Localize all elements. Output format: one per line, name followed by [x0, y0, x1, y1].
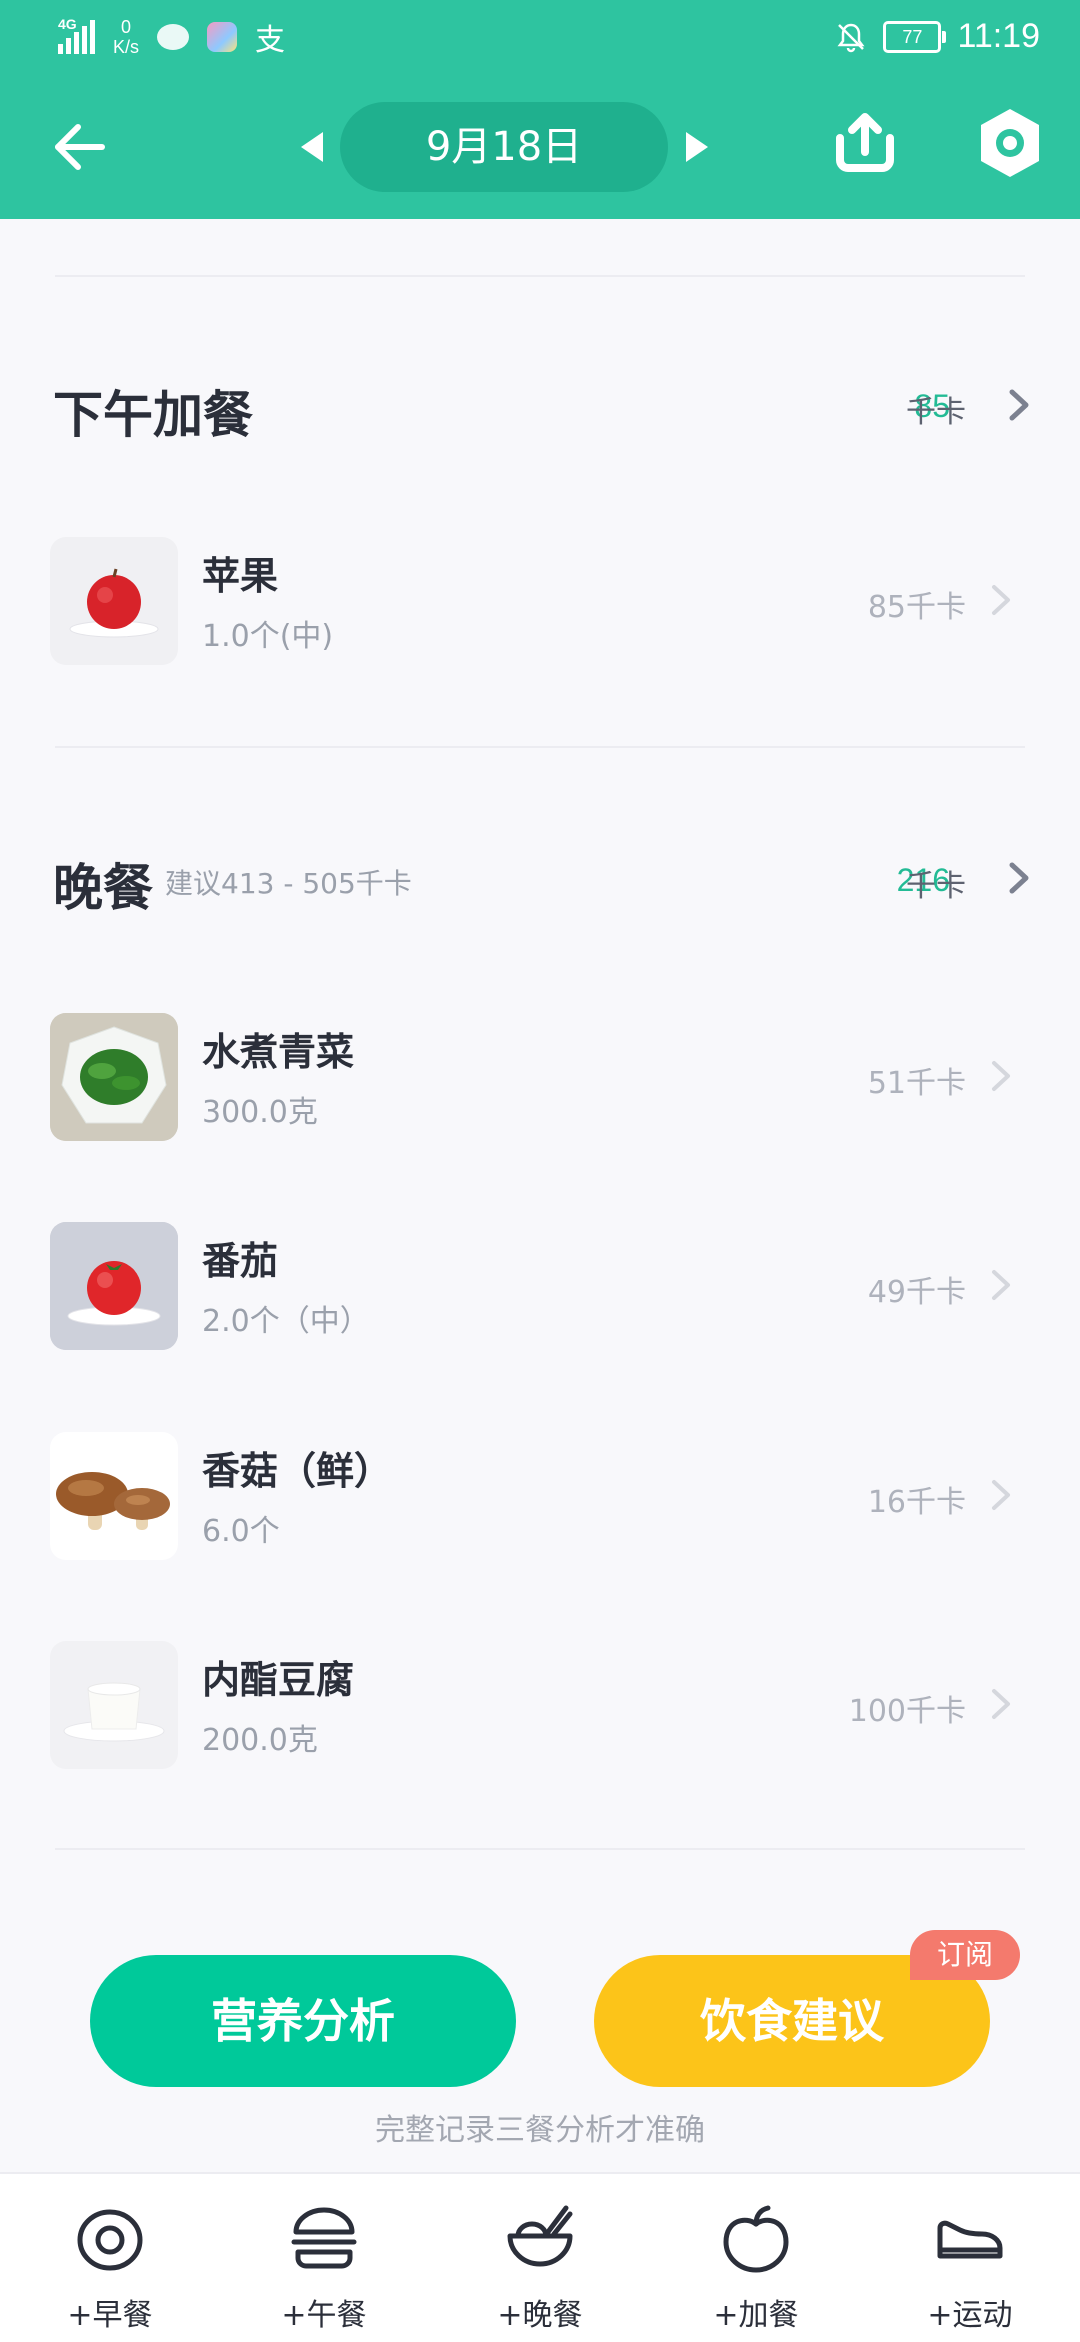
shiitake-image: [56, 1472, 170, 1530]
status-left: 4G 0 K/s 支: [58, 14, 285, 59]
wechat-icon: [157, 23, 190, 50]
status-right: 77 11:19: [835, 14, 1040, 59]
divider: [55, 1848, 1025, 1850]
chevron-right-icon[interactable]: [1008, 388, 1030, 422]
caret-right-icon[interactable]: [682, 130, 712, 164]
meal-kcal-unit: 千卡: [906, 869, 966, 904]
network-speed: 0 K/s: [113, 16, 140, 57]
caret-left-icon[interactable]: [297, 130, 327, 164]
tab-add-dinner[interactable]: +晚餐: [450, 2174, 630, 2342]
food-item-row[interactable]: 番茄 2.0个（中） 49千卡: [0, 1222, 1080, 1352]
tab-label: +加餐: [713, 2298, 799, 2333]
date-selector[interactable]: 9月18日: [340, 102, 668, 192]
app-header: 4G 0 K/s 支 77 11:19 9月18日: [0, 0, 1080, 219]
food-thumbnail: [50, 1222, 178, 1350]
tab-add-snack[interactable]: +加餐: [666, 2174, 846, 2342]
divider: [55, 746, 1025, 748]
alipay-icon: 支: [255, 23, 286, 57]
food-name: 苹果: [202, 554, 279, 598]
meal-kcal-unit: 千卡: [906, 395, 966, 430]
egg-icon: [77, 2209, 143, 2271]
chevron-right-icon[interactable]: [1008, 861, 1030, 895]
upload-icon[interactable]: [830, 108, 900, 178]
food-item-row[interactable]: 香菇（鲜） 6.0个 16千卡: [0, 1432, 1080, 1562]
boiled-greens-image: [50, 1013, 178, 1141]
bell-muted-icon: [837, 23, 865, 52]
food-thumbnail: [50, 1432, 178, 1560]
food-name: 内酯豆腐: [202, 1658, 355, 1702]
arrow-left-icon[interactable]: [50, 117, 110, 177]
hexagon-gear-icon[interactable]: [975, 105, 1045, 181]
tab-label: +午餐: [281, 2298, 367, 2333]
food-thumbnail: [50, 1641, 178, 1769]
food-amount: 200.0克: [202, 1723, 318, 1758]
clock: 11:19: [957, 17, 1040, 55]
chevron-right-icon: [992, 1061, 1010, 1091]
food-name: 番茄: [202, 1239, 279, 1283]
chevron-right-icon: [992, 1270, 1010, 1300]
tab-label: +运动: [927, 2298, 1013, 2333]
meal-title: 下午加餐: [53, 386, 253, 444]
network-type: 4G: [58, 15, 77, 32]
tab-add-exercise[interactable]: +运动: [880, 2174, 1060, 2342]
bowl-icon: [507, 2205, 573, 2267]
tab-label: +早餐: [67, 2298, 153, 2333]
chevron-right-icon: [992, 1480, 1010, 1510]
tomato-image: [50, 1222, 178, 1350]
status-bar: 4G 0 K/s 支 77 11:19: [0, 0, 1080, 75]
burger-icon: [291, 2207, 357, 2269]
meal-title: 晚餐: [53, 859, 153, 917]
apple-icon: [723, 2205, 789, 2273]
food-amount: 300.0克: [202, 1095, 318, 1130]
food-name: 水煮青菜: [202, 1030, 355, 1074]
battery-indicator: 77: [883, 20, 947, 53]
food-kcal: 49千卡: [867, 1275, 966, 1310]
food-amount: 1.0个(中): [202, 619, 334, 654]
tab-add-lunch[interactable]: +午餐: [234, 2174, 414, 2342]
app-notification-icon: [207, 21, 238, 52]
sneaker-icon: [937, 2220, 1003, 2259]
subscribe-badge: 订阅: [910, 1930, 1020, 1980]
apple-image: [69, 568, 159, 638]
tofu-image: [63, 1682, 165, 1742]
food-thumbnail: [50, 537, 178, 665]
tab-label: +晚餐: [497, 2298, 583, 2333]
divider: [55, 275, 1025, 277]
nav-bar: 9月18日: [0, 75, 1080, 219]
food-thumbnail: [50, 1013, 178, 1141]
food-item-row[interactable]: 苹果 1.0个(中) 85千卡: [0, 537, 1080, 667]
food-item-row[interactable]: 水煮青菜 300.0克 51千卡: [0, 1013, 1080, 1143]
tab-add-breakfast[interactable]: +早餐: [20, 2174, 200, 2342]
food-kcal: 16千卡: [867, 1485, 966, 1520]
food-name: 香菇（鲜）: [202, 1449, 393, 1493]
meal-suggestion: 建议413 - 505千卡: [165, 867, 412, 900]
food-kcal: 100千卡: [848, 1694, 966, 1729]
chevron-right-icon: [992, 1689, 1010, 1719]
food-amount: 6.0个: [202, 1514, 280, 1549]
food-amount: 2.0个（中）: [202, 1304, 370, 1339]
signal-icon: 4G: [58, 16, 95, 54]
nutrition-analysis-button[interactable]: 营养分析: [90, 1955, 516, 2087]
chevron-right-icon: [992, 585, 1010, 615]
food-kcal: 85千卡: [867, 590, 966, 625]
bottom-tab-bar: +早餐 +午餐 +晚餐 +加餐 +运动: [0, 2172, 1080, 2342]
food-item-row[interactable]: 内酯豆腐 200.0克 100千卡: [0, 1641, 1080, 1771]
record-tip: 完整记录三餐分析才准确: [375, 2113, 705, 2148]
food-kcal: 51千卡: [867, 1066, 966, 1101]
